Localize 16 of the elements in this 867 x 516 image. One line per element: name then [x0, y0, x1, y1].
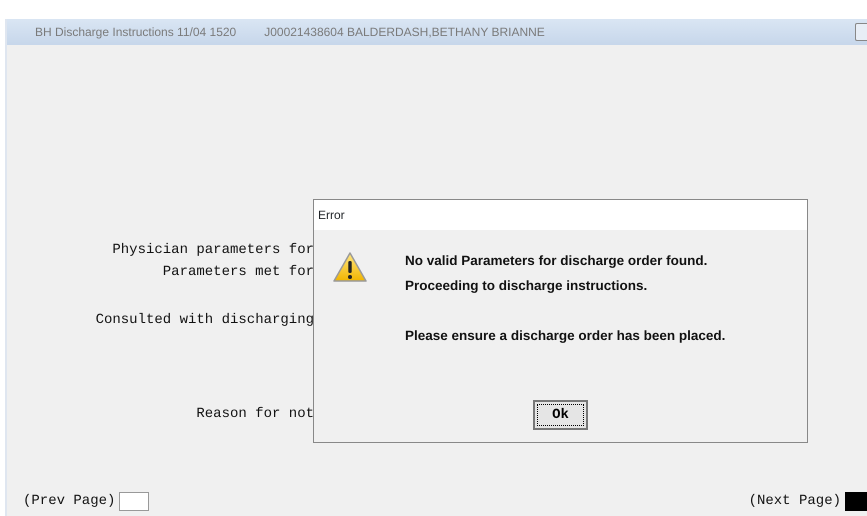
- prev-page-label: (Prev Page): [23, 492, 116, 511]
- field-label: Consulted with discharging: [94, 311, 314, 330]
- page-field[interactable]: [845, 492, 867, 511]
- page-field[interactable]: [119, 492, 150, 511]
- next-page-label: (Next Page): [748, 492, 841, 511]
- message-text: Proceeding to discharge instructions.: [405, 277, 648, 295]
- message-text: No valid Parameters for discharge order found.: [405, 252, 708, 270]
- ok-button[interactable]: Ok: [533, 400, 588, 430]
- warning-icon: [332, 251, 368, 283]
- patient-info: J00021438604 BALDERDASH,BETHANY BRIANNE: [264, 24, 545, 41]
- field-label: Parameters met for: [162, 263, 314, 282]
- window-title: BH Discharge Instructions 11/04 1520: [35, 24, 236, 41]
- field-label: Physician parameters for: [111, 241, 314, 260]
- field-label: Reason for not: [195, 405, 314, 424]
- dialog-title: Error: [314, 200, 807, 230]
- message-text: Please ensure a discharge order has been placed.: [405, 327, 726, 345]
